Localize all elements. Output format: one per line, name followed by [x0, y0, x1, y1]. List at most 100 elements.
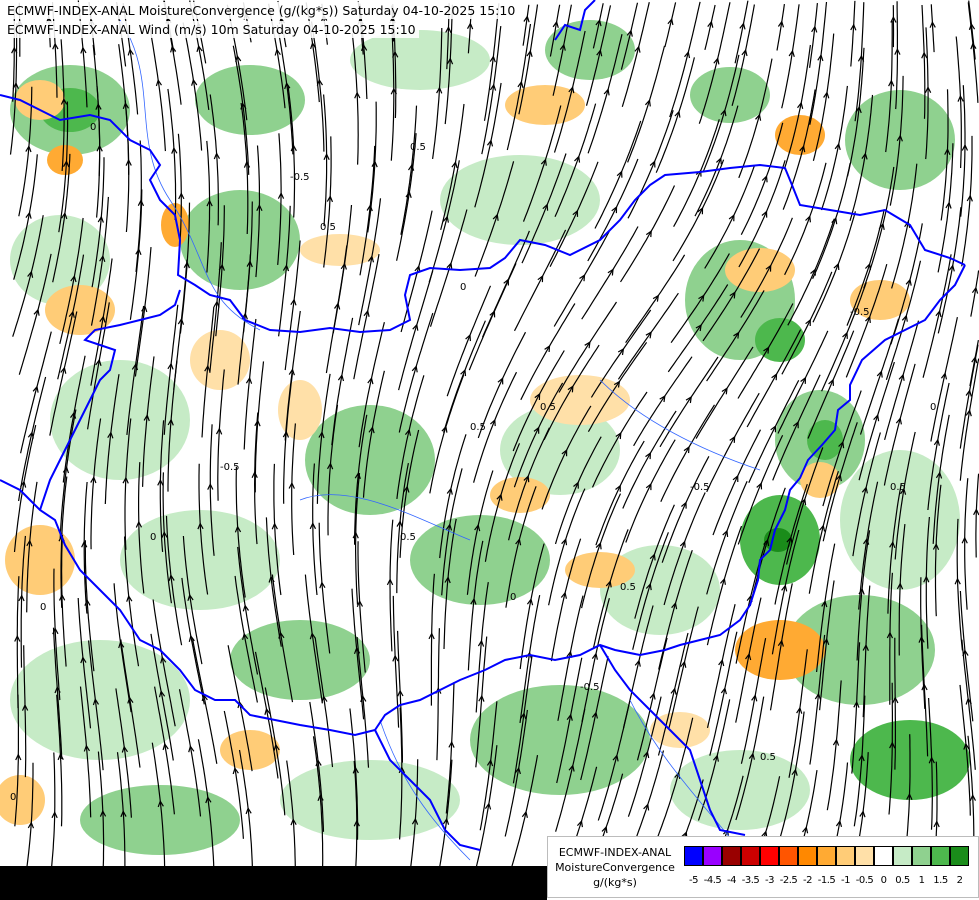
streamline: [468, 263, 517, 371]
map-title-moisture: ECMWF-INDEX-ANAL MoistureConvergence (g/…: [4, 2, 519, 19]
legend-tick-label: 1.5: [933, 875, 948, 886]
legend-ticks: -5 -4.5 -4 -3.5 -3 -2.5 -2 -1.5 -1 -0.5 0 0.5 1 1.5 2: [684, 875, 969, 886]
legend-tick-label: -4: [727, 875, 736, 886]
convergence-patch: [280, 760, 460, 840]
streamline: [959, 358, 979, 481]
streamline: [664, 2, 677, 48]
legend-swatch: [912, 846, 931, 866]
legend-tick-label: -2: [803, 875, 812, 886]
contour-label: -0.5: [850, 307, 870, 318]
contour-label: 0: [460, 282, 466, 293]
legend-tick-label: -3: [765, 875, 774, 886]
contour-label: 0: [930, 402, 936, 413]
streamline: [704, 4, 716, 51]
streamline: [967, 2, 979, 103]
contour-label: 0: [90, 122, 96, 133]
divergence-patch: [775, 115, 825, 155]
convergence-patch: [840, 450, 960, 590]
streamline: [809, 3, 818, 68]
weather-map: 0 0.5 -0.5 0.5 0 -0.5 0.5 0 0.5 -0.5 0 0.5 0 -0.5 0.5 0…: [0, 0, 979, 900]
contour-label: 0: [510, 592, 516, 603]
convergence-patch: [440, 155, 600, 245]
streamline: [436, 628, 440, 761]
legend-caption: ECMWF-INDEX-ANAL MoistureConvergence g/(…: [550, 845, 680, 890]
legend-swatch: [931, 846, 950, 866]
legend-tick-label: -5: [689, 875, 698, 886]
divergence-patch: [15, 80, 65, 120]
legend-tick-label: 1: [918, 875, 925, 886]
legend-swatch: [950, 846, 969, 866]
streamline: [961, 135, 973, 267]
streamline: [590, 309, 652, 398]
streamline: [513, 229, 567, 332]
streamline: [400, 210, 433, 333]
streamline: [930, 4, 935, 53]
contour-label: -0.5: [220, 462, 240, 473]
contour-label: 0.5: [760, 752, 776, 763]
divergence-patch: [530, 375, 630, 425]
divergence-patch: [47, 145, 83, 175]
legend-swatch: [874, 846, 893, 866]
legend-swatch: [855, 846, 874, 866]
streamline: [167, 88, 177, 221]
streamline: [20, 331, 52, 454]
map-title-wind: ECMWF-INDEX-ANAL Wind (m/s) 10m Saturday…: [4, 21, 419, 38]
legend-swatch: [741, 846, 760, 866]
streamline: [706, 604, 736, 729]
legend-swatch: [703, 846, 722, 866]
streamline: [506, 23, 532, 151]
contour-label: 0: [10, 792, 16, 803]
divergence-patch: [650, 712, 710, 748]
streamline: [850, 0, 856, 67]
streamline: [781, 4, 800, 109]
streamline: [964, 478, 969, 610]
streamline: [49, 752, 56, 884]
streamline: [446, 285, 492, 397]
divergence-patch: [0, 775, 45, 825]
legend-swatch: [836, 846, 855, 866]
legend-tick-label: -0.5: [855, 875, 874, 886]
divergence-patch: [300, 234, 380, 266]
legend-variable: MoistureConvergence: [555, 861, 675, 874]
bottom-strip: [0, 866, 547, 900]
legend-tick-label: -1.5: [817, 875, 836, 886]
convergence-patch: [755, 318, 805, 362]
legend-tick-label: 2: [956, 875, 963, 886]
streamline: [243, 318, 257, 450]
streamline: [581, 226, 639, 320]
contour-label: 0.5: [890, 482, 906, 493]
legend-swatches: [684, 846, 969, 866]
legend-swatch: [798, 846, 817, 866]
convergence-patch: [305, 405, 435, 515]
streamline: [323, 94, 328, 227]
contour-label: 0.5: [400, 532, 416, 543]
streamline: [481, 26, 502, 155]
contour-label: 0.5: [540, 402, 556, 413]
map-layer: 0 0.5 -0.5 0.5 0 -0.5 0.5 0 0.5 -0.5 0 0.5 0 -0.5 0.5 0…: [0, 0, 979, 894]
contour-label: 0.5: [620, 582, 636, 593]
contour-label: 0.5: [320, 222, 336, 233]
streamline: [182, 22, 203, 151]
convergence-patch: [180, 190, 300, 290]
streamline: [148, 22, 166, 152]
streamline: [956, 518, 963, 651]
streamline: [695, 346, 754, 439]
legend-tick-label: 0.5: [895, 875, 910, 886]
legend-swatch: [722, 846, 741, 866]
streamline: [709, 631, 738, 756]
streamline: [553, 231, 610, 327]
legend-tick-label: -3.5: [741, 875, 760, 886]
streamline: [930, 316, 958, 442]
streamline: [617, 292, 679, 380]
streamline: [959, 344, 979, 449]
streamline: [291, 423, 296, 556]
contour-label: -0.5: [580, 682, 600, 693]
legend-swatch: [760, 846, 779, 866]
streamline: [812, 211, 856, 323]
contour-label: 0: [40, 602, 46, 613]
legend-tick-label: 0: [880, 875, 887, 886]
contour-label: 0: [150, 532, 156, 543]
streamline: [894, 637, 896, 770]
legend-unit: g/(kg*s): [593, 876, 637, 889]
contour-label: -0.5: [690, 482, 710, 493]
